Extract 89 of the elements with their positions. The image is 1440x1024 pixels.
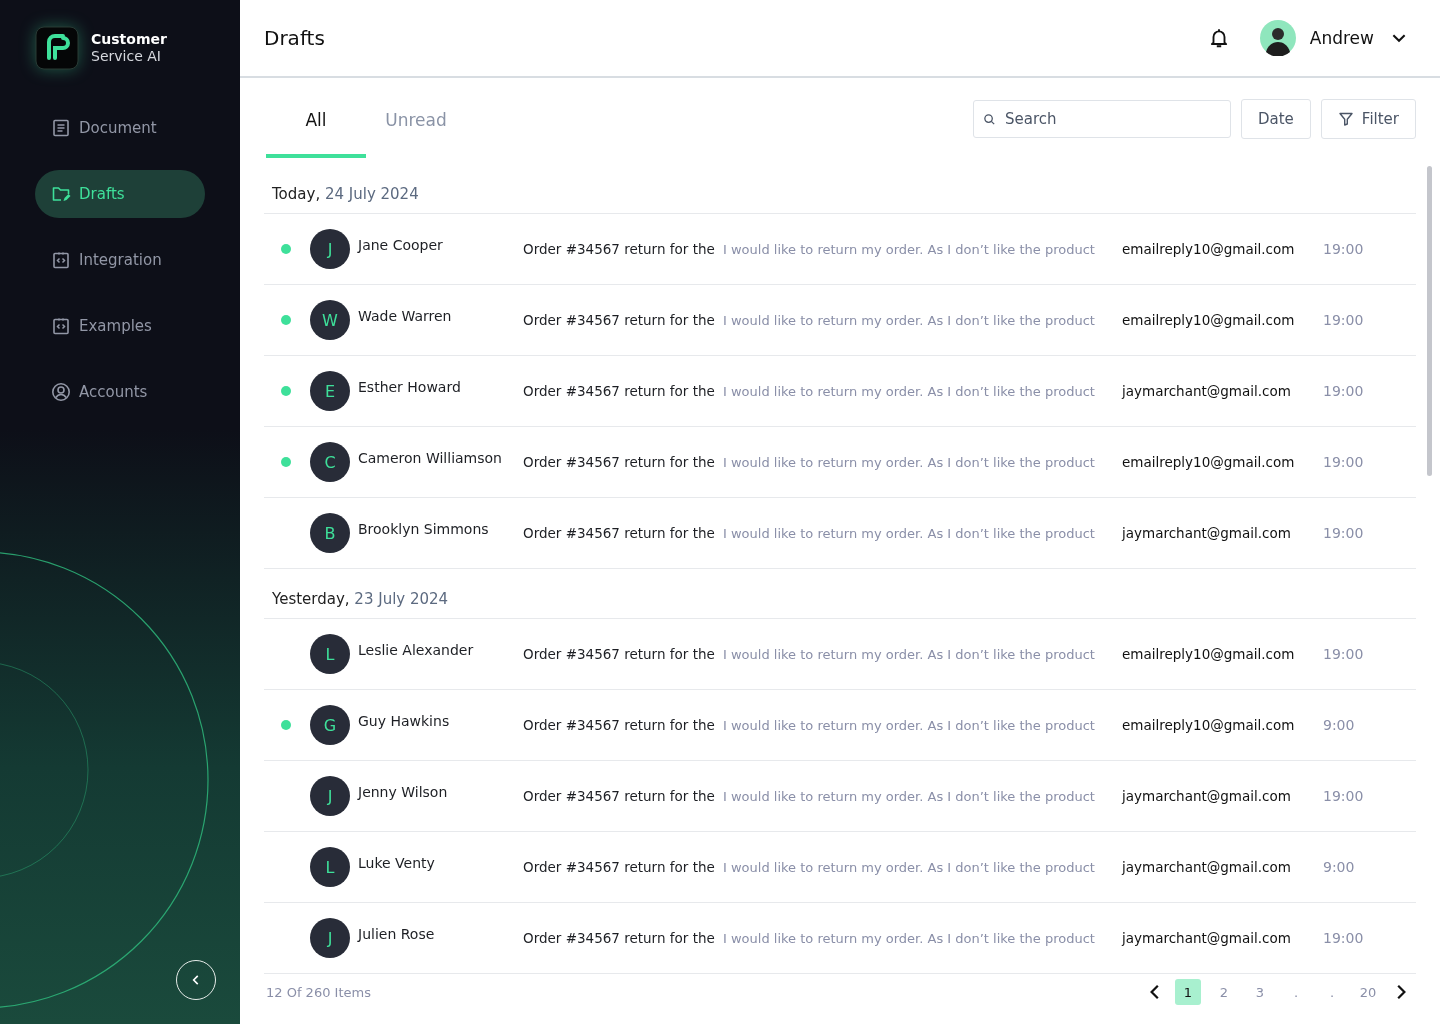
preview-text: I would like to return my order. As I don’t like the product — [723, 717, 1096, 733]
subject-text: Order #34567 return for the — [523, 859, 716, 875]
logo-icon — [35, 26, 79, 70]
preview-text: I would like to return my order. As I don’t like the product — [723, 859, 1096, 875]
time-text: 9:00 — [1323, 859, 1356, 875]
subject-text: Order #34567 return for the — [523, 930, 716, 946]
tab[interactable]: All — [266, 92, 366, 158]
group-heading: Today, 24 July 2024 — [272, 185, 419, 203]
brand-subtitle: Service AI — [91, 48, 162, 65]
avatar: L — [310, 847, 350, 887]
sidebar-item[interactable]: Integration — [35, 236, 205, 284]
sender-name: Wade Warren — [358, 308, 453, 324]
preview-text: I would like to return my order. As I don’t like the product — [723, 525, 1096, 541]
subject-text: Order #34567 return for the — [523, 312, 716, 328]
email-text: emailreply10@gmail.com — [1122, 454, 1296, 470]
scrollbar[interactable] — [1427, 166, 1432, 476]
preview-text: I would like to return my order. As I don’t like the product — [723, 646, 1096, 662]
folder-pen-icon — [51, 184, 71, 204]
sidebar-item[interactable]: Document — [35, 104, 205, 152]
avatar: W — [310, 300, 350, 340]
filter-button[interactable]: Filter — [1320, 99, 1416, 139]
avatar[interactable] — [1259, 20, 1296, 56]
item-count: 12 Of 260 Items — [266, 984, 371, 1000]
brand-name: Customer — [91, 31, 167, 48]
group-heading: Yesterday, 23 July 2024 — [272, 590, 449, 608]
email-text: jaymarchant@gmail.com — [1122, 525, 1292, 541]
email-text: emailreply10@gmail.com — [1122, 717, 1296, 733]
search-icon — [983, 113, 996, 126]
subject-text: Order #34567 return for the — [523, 383, 716, 399]
sidebar-item[interactable]: Drafts — [35, 170, 205, 218]
sender-name: Cameron Williamson — [358, 450, 503, 466]
preview-text: I would like to return my order. As I don’t like the product — [723, 241, 1096, 257]
preview-text: I would like to return my order. As I don’t like the product — [723, 454, 1096, 470]
avatar: J — [310, 918, 350, 958]
time-text: 19:00 — [1323, 788, 1365, 804]
user-circle-icon — [51, 382, 71, 402]
page-button[interactable]: . — [1283, 979, 1309, 1005]
email-text: emailreply10@gmail.com — [1122, 646, 1296, 662]
sender-name: Luke Venty — [358, 855, 436, 871]
sender-name: Esther Howard — [358, 379, 462, 395]
document-icon — [51, 118, 71, 138]
code-clipboard-icon — [51, 250, 71, 270]
sender-name: Jane Cooper — [358, 237, 444, 253]
email-text: emailreply10@gmail.com — [1122, 241, 1296, 257]
sidebar-item[interactable]: Examples — [35, 302, 205, 350]
page-button[interactable]: 1 — [1175, 979, 1201, 1005]
sender-name: Guy Hawkins — [358, 713, 451, 729]
avatar: L — [310, 634, 350, 674]
preview-text: I would like to return my order. As I don’t like the product — [723, 383, 1096, 399]
search-field[interactable]: Search — [973, 100, 1231, 138]
preview-text: I would like to return my order. As I don’t like the product — [723, 788, 1096, 804]
filter-icon — [1337, 111, 1354, 127]
subject-text: Order #34567 return for the — [523, 646, 716, 662]
time-text: 19:00 — [1323, 383, 1365, 399]
time-text: 19:00 — [1323, 930, 1365, 946]
time-text: 19:00 — [1323, 454, 1365, 470]
time-text: 19:00 — [1323, 646, 1365, 662]
subject-text: Order #34567 return for the — [523, 241, 716, 257]
user-name[interactable]: Andrew — [1309, 28, 1374, 48]
email-text: emailreply10@gmail.com — [1122, 312, 1296, 328]
subject-text: Order #34567 return for the — [523, 717, 716, 733]
sender-name: Julien Rose — [358, 926, 436, 942]
code-clipboard-icon — [51, 316, 71, 336]
avatar: J — [310, 229, 350, 269]
avatar: E — [310, 371, 350, 411]
time-text: 19:00 — [1323, 241, 1365, 257]
avatar: B — [310, 513, 350, 553]
subject-text: Order #34567 return for the — [523, 525, 716, 541]
subject-text: Order #34567 return for the — [523, 454, 716, 470]
time-text: 9:00 — [1323, 717, 1356, 733]
email-text: jaymarchant@gmail.com — [1122, 788, 1292, 804]
date-button[interactable]: Date — [1241, 99, 1311, 139]
preview-text: I would like to return my order. As I don’t like the product — [723, 312, 1096, 328]
page-button[interactable]: . — [1319, 979, 1345, 1005]
page-title: Drafts — [264, 26, 325, 50]
time-text: 19:00 — [1323, 525, 1365, 541]
email-text: jaymarchant@gmail.com — [1122, 859, 1292, 875]
sidebar-item[interactable]: Accounts — [35, 368, 205, 416]
subject-text: Order #34567 return for the — [523, 788, 716, 804]
preview-text: I would like to return my order. As I don’t like the product — [723, 930, 1096, 946]
email-text: jaymarchant@gmail.com — [1122, 383, 1292, 399]
sender-name: Brooklyn Simmons — [358, 521, 490, 537]
avatar: C — [310, 442, 350, 482]
email-text: jaymarchant@gmail.com — [1122, 930, 1292, 946]
time-text: 19:00 — [1323, 312, 1365, 328]
avatar: J — [310, 776, 350, 816]
sender-name: Leslie Alexander — [358, 642, 475, 658]
sender-name: Jenny Wilson — [358, 784, 449, 800]
avatar: G — [310, 705, 350, 745]
